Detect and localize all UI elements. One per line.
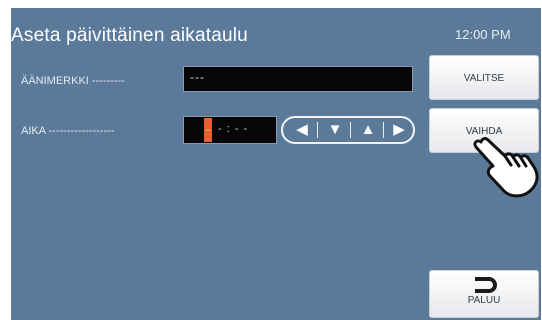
ringtone-label: ÄÄNIMERKKI --------- bbox=[21, 75, 125, 87]
arrow-key-group: ◀ ▼ ▲ ▶ bbox=[281, 116, 415, 144]
arrow-down-button[interactable]: ▼ bbox=[323, 118, 347, 142]
time-field[interactable]: - - : - - bbox=[183, 116, 277, 144]
arrow-right-button[interactable]: ▶ bbox=[387, 118, 411, 142]
select-button[interactable]: VALITSE bbox=[429, 55, 539, 100]
pointing-hand-icon bbox=[473, 137, 539, 198]
back-label: PALUU bbox=[467, 295, 501, 306]
time-value: - : - - bbox=[218, 123, 249, 135]
page-title: Aseta päivittäinen aikataulu bbox=[11, 25, 248, 46]
clock: 12:00 PM bbox=[455, 27, 511, 42]
time-label: AIKA ------------------ bbox=[21, 125, 115, 137]
arrow-left-button[interactable]: ◀ bbox=[290, 118, 314, 142]
back-button[interactable]: PALUU bbox=[429, 270, 539, 318]
time-cursor: - bbox=[204, 118, 212, 142]
ringtone-field[interactable]: --- bbox=[183, 66, 413, 92]
ringtone-value: --- bbox=[190, 70, 205, 84]
arrow-up-button[interactable]: ▲ bbox=[356, 118, 380, 142]
device-screen: Aseta päivittäinen aikataulu 12:00 PM ÄÄ… bbox=[11, 8, 541, 320]
back-arrow-icon bbox=[475, 277, 497, 293]
